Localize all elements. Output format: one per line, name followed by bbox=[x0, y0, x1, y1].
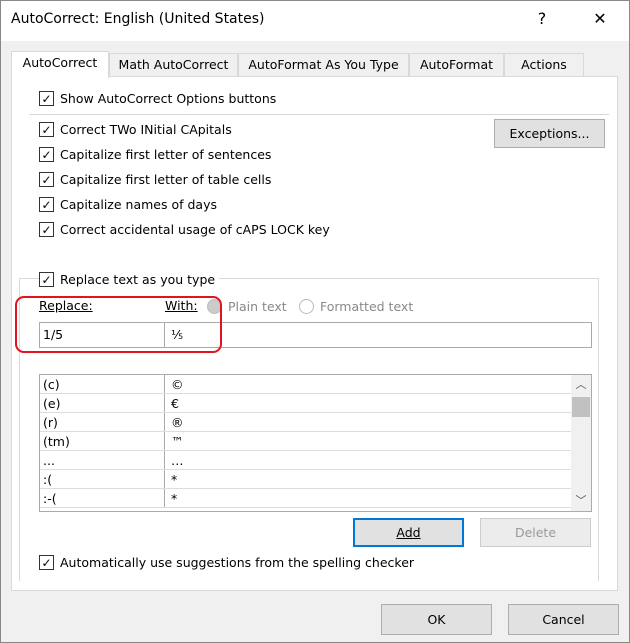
close-button[interactable]: ✕ bbox=[585, 9, 615, 28]
entry-with: € bbox=[171, 396, 179, 411]
entry-replace: :-( bbox=[40, 489, 165, 507]
capitalize-sentences-checkbox[interactable]: ✓ Capitalize first letter of sentences bbox=[39, 147, 271, 162]
checkbox-label: Correct TWo INitial CApitals bbox=[60, 122, 232, 137]
radio-label: Formatted text bbox=[320, 299, 414, 314]
entry-with: * bbox=[171, 472, 178, 487]
entry-with: * bbox=[171, 491, 178, 506]
checkbox-label: Capitalize first letter of table cells bbox=[60, 172, 272, 187]
entry-replace: (tm) bbox=[40, 432, 165, 450]
ok-button[interactable]: OK bbox=[381, 604, 492, 635]
add-button[interactable]: Add bbox=[353, 518, 464, 547]
list-item[interactable]: :-( * bbox=[40, 489, 572, 508]
tab-autocorrect[interactable]: AutoCorrect bbox=[11, 51, 109, 78]
checkbox-label: Show AutoCorrect Options buttons bbox=[60, 91, 277, 106]
entry-with: ™ bbox=[171, 434, 184, 449]
checkmark-icon: ✓ bbox=[39, 222, 54, 237]
entry-replace: (e) bbox=[40, 394, 165, 412]
checkbox-label: Correct accidental usage of cAPS LOCK ke… bbox=[60, 222, 330, 237]
autocorrect-entries-list[interactable]: (c) © (e) € (r) ® (tm) ™ ... … :( * :-( * ︿ ﹀ bbox=[39, 374, 592, 512]
exceptions-button[interactable]: Exceptions... bbox=[494, 119, 605, 148]
add-label: Add bbox=[396, 525, 421, 540]
cancel-button[interactable]: Cancel bbox=[508, 604, 619, 635]
checkbox-label: Capitalize names of days bbox=[60, 197, 217, 212]
checkmark-icon: ✓ bbox=[39, 197, 54, 212]
replace-as-you-type-checkbox[interactable]: ✓ Replace text as you type bbox=[39, 272, 220, 287]
checkmark-icon: ✓ bbox=[39, 122, 54, 137]
title-bar: AutoCorrect: English (United States) ? ✕ bbox=[1, 1, 629, 41]
tab-math-autocorrect[interactable]: Math AutoCorrect bbox=[109, 53, 238, 77]
list-item[interactable]: (c) © bbox=[40, 375, 572, 394]
entry-replace: (c) bbox=[40, 375, 165, 393]
checkmark-icon: ✓ bbox=[39, 555, 54, 570]
spelling-suggestions-checkbox[interactable]: ✓ Automatically use suggestions from the … bbox=[39, 555, 414, 570]
entry-with: ® bbox=[171, 415, 184, 430]
list-item[interactable]: (e) € bbox=[40, 394, 572, 413]
tab-actions[interactable]: Actions bbox=[504, 53, 584, 77]
help-button[interactable]: ? bbox=[527, 9, 557, 28]
list-scrollbar[interactable]: ︿ ﹀ bbox=[571, 375, 591, 511]
capitalize-days-checkbox[interactable]: ✓ Capitalize names of days bbox=[39, 197, 217, 212]
dialog-title: AutoCorrect: English (United States) bbox=[11, 11, 265, 27]
checkmark-icon: ✓ bbox=[39, 147, 54, 162]
entry-replace: :( bbox=[40, 470, 165, 488]
entry-replace: ... bbox=[40, 451, 165, 469]
checkbox-label: Capitalize first letter of sentences bbox=[60, 147, 272, 162]
entry-with: … bbox=[171, 453, 184, 468]
radio-icon bbox=[299, 299, 314, 314]
list-item[interactable]: (r) ® bbox=[40, 413, 572, 432]
scroll-down-icon[interactable]: ﹀ bbox=[571, 491, 591, 511]
checkmark-icon: ✓ bbox=[39, 272, 54, 287]
tab-autoformat-as-you-type[interactable]: AutoFormat As You Type bbox=[238, 53, 409, 77]
tab-autoformat[interactable]: AutoFormat bbox=[409, 53, 504, 77]
checkbox-label: Automatically use suggestions from the s… bbox=[60, 555, 415, 570]
divider bbox=[29, 114, 609, 115]
show-options-checkbox[interactable]: ✓ Show AutoCorrect Options buttons bbox=[39, 91, 276, 106]
highlight-annotation bbox=[15, 296, 222, 353]
entry-with: © bbox=[171, 377, 184, 392]
checkmark-icon: ✓ bbox=[39, 172, 54, 187]
checkmark-icon: ✓ bbox=[39, 91, 54, 106]
list-item[interactable]: (tm) ™ bbox=[40, 432, 572, 451]
delete-button[interactable]: Delete bbox=[480, 518, 591, 547]
scroll-thumb[interactable] bbox=[572, 397, 590, 417]
entry-replace: (r) bbox=[40, 413, 165, 431]
scroll-up-icon[interactable]: ︿ bbox=[571, 375, 591, 395]
list-item[interactable]: :( * bbox=[40, 470, 572, 489]
correct-two-initials-checkbox[interactable]: ✓ Correct TWo INitial CApitals bbox=[39, 122, 232, 137]
radio-label: Plain text bbox=[228, 299, 287, 314]
with-input[interactable]: ⅕ bbox=[164, 322, 592, 348]
checkbox-label: Replace text as you type bbox=[60, 272, 216, 287]
formatted-text-radio[interactable]: Formatted text bbox=[299, 299, 413, 314]
caps-lock-checkbox[interactable]: ✓ Correct accidental usage of cAPS LOCK k… bbox=[39, 222, 330, 237]
autocorrect-dialog: AutoCorrect: English (United States) ? ✕… bbox=[0, 0, 630, 643]
list-item[interactable]: ... … bbox=[40, 451, 572, 470]
capitalize-table-cells-checkbox[interactable]: ✓ Capitalize first letter of table cells bbox=[39, 172, 271, 187]
